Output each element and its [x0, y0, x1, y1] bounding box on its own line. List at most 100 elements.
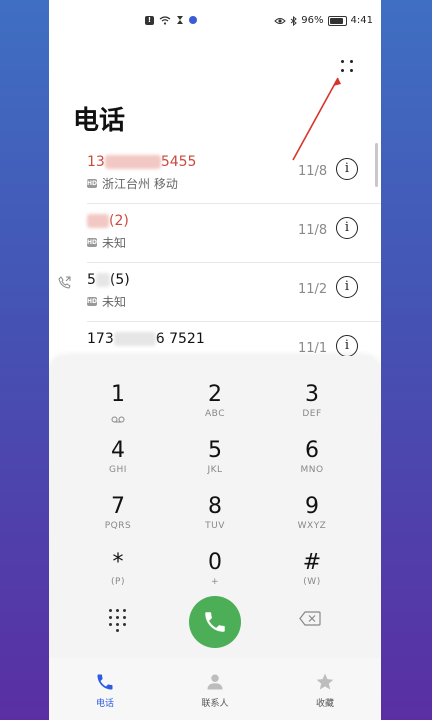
redacted-digits: [113, 332, 156, 346]
name-suffix: 5455: [160, 154, 197, 170]
row-divider: [87, 321, 381, 322]
row-divider: [87, 262, 381, 263]
call-info-button[interactable]: i: [336, 158, 358, 180]
call-log-row[interactable]: 13 5455 HD 浙江台州 移动 11/8 i: [49, 146, 381, 204]
call-contact-name: 5 (5): [87, 272, 130, 288]
dial-key-star[interactable]: * (P): [73, 550, 163, 602]
dial-key-3[interactable]: 3 DEF: [267, 382, 357, 434]
call-subtitle: HD 未知: [87, 234, 126, 251]
more-options-button[interactable]: [337, 57, 359, 77]
dial-key-0[interactable]: 0 +: [170, 550, 260, 602]
dial-key-hash[interactable]: # (W): [267, 550, 357, 602]
status-bar: ! 96% 4:41: [49, 0, 381, 44]
status-right-icons: 96% 4:41: [274, 15, 373, 26]
name-prefix: 13: [87, 154, 105, 170]
key-letters: DEF: [302, 409, 322, 419]
wifi-icon: [159, 15, 171, 25]
voicemail-icon: [111, 416, 125, 423]
dial-key-5[interactable]: 5 JKL: [170, 438, 260, 490]
call-contact-name: (2): [87, 213, 129, 229]
key-letters: PQRS: [104, 521, 132, 531]
key-digit: *: [112, 550, 124, 575]
call-contact-name: 13 5455: [87, 154, 196, 170]
more-dot-icon: [341, 60, 344, 63]
call-date: 11/2: [298, 282, 328, 297]
phone-handset-icon: [205, 612, 225, 632]
key-digit: 9: [305, 494, 319, 519]
call-log-row[interactable]: (2) HD 未知 11/8 i: [49, 205, 381, 263]
hd-badge-icon: HD: [87, 297, 98, 306]
redacted-digits: [95, 273, 110, 287]
call-log-row[interactable]: 5 (5) HD 未知 11/2 i: [49, 264, 381, 322]
redacted-digits: [104, 155, 161, 169]
key-digit: 1: [111, 382, 125, 407]
key-digit: 5: [208, 438, 222, 463]
redacted-digits: [87, 214, 109, 228]
call-subtitle: HD 浙江台州 移动: [87, 175, 178, 192]
page-title: 电话: [73, 106, 126, 136]
name-suffix: (2): [109, 213, 129, 229]
key-digit: 7: [111, 494, 125, 519]
dial-key-6[interactable]: 6 MNO: [267, 438, 357, 490]
dial-key-9[interactable]: 9 WXYZ: [267, 494, 357, 546]
key-letters: MNO: [300, 465, 324, 475]
nav-favorites-tab[interactable]: 收藏: [285, 672, 365, 709]
nav-label: 联系人: [201, 699, 229, 709]
name-suffix: (5): [109, 272, 130, 288]
key-letters: (W): [303, 577, 321, 587]
call-info-button[interactable]: i: [336, 276, 358, 298]
dialpad: 1 2 ABC 3 DEF 4 GHI 5 JKL 6 MNO 7 PQRS 8: [49, 356, 381, 658]
person-icon: [207, 674, 223, 690]
star-icon: [316, 673, 334, 690]
hide-dialpad-button[interactable]: [107, 607, 129, 632]
nav-label: 收藏: [315, 699, 334, 709]
key-digit: 4: [111, 438, 125, 463]
call-date: 11/1: [298, 341, 328, 356]
nav-label: 电话: [95, 699, 114, 709]
outgoing-call-icon: [58, 276, 71, 289]
call-location: 未知: [102, 236, 127, 250]
call-info-button[interactable]: i: [336, 335, 358, 357]
clock: 4:41: [350, 15, 373, 26]
key-digit: 0: [208, 550, 222, 575]
key-letters: ABC: [205, 409, 225, 419]
name-prefix: 5: [87, 272, 96, 288]
name-suffix: 6 7521: [155, 331, 205, 347]
hourglass-icon: [177, 16, 183, 24]
hd-badge-icon: HD: [87, 238, 98, 247]
app-notification-icon: [189, 16, 197, 24]
bluetooth-icon: [290, 15, 298, 26]
call-subtitle: HD 未知: [87, 293, 126, 310]
call-location: 未知: [102, 295, 127, 309]
key-digit: 6: [305, 438, 319, 463]
backspace-button[interactable]: [299, 611, 321, 626]
key-letters: JKL: [207, 465, 223, 475]
key-digit: #: [302, 550, 322, 575]
key-digit: 2: [208, 382, 222, 407]
dial-key-4[interactable]: 4 GHI: [73, 438, 163, 490]
phone-app-screen: ! 96% 4:41 电话 13 5455 HD 浙江台州 移动 11/8 i …: [49, 0, 381, 720]
hd-badge-icon: HD: [87, 179, 98, 188]
call-info-button[interactable]: i: [336, 217, 358, 239]
name-prefix: 173: [87, 331, 114, 347]
nav-phone-tab[interactable]: 电话: [65, 672, 145, 709]
call-date: 11/8: [298, 164, 328, 179]
eye-icon: [274, 17, 287, 24]
key-digit: 8: [208, 494, 222, 519]
call-contact-name: 173 6 7521: [87, 331, 205, 347]
key-letters: TUV: [205, 521, 225, 531]
notification-icon: !: [145, 15, 154, 25]
call-location: 浙江台州 移动: [102, 177, 178, 191]
key-digit: 3: [305, 382, 319, 407]
more-dot-icon: [341, 69, 344, 72]
dial-key-8[interactable]: 8 TUV: [170, 494, 260, 546]
nav-contacts-tab[interactable]: 联系人: [175, 672, 255, 709]
dial-key-1[interactable]: 1: [73, 382, 163, 434]
more-dot-icon: [350, 60, 353, 63]
call-button[interactable]: [189, 596, 241, 648]
dial-key-7[interactable]: 7 PQRS: [73, 494, 163, 546]
key-letters: GHI: [109, 465, 127, 475]
dial-key-2[interactable]: 2 ABC: [170, 382, 260, 434]
row-divider: [87, 203, 381, 204]
call-date: 11/8: [298, 223, 328, 238]
